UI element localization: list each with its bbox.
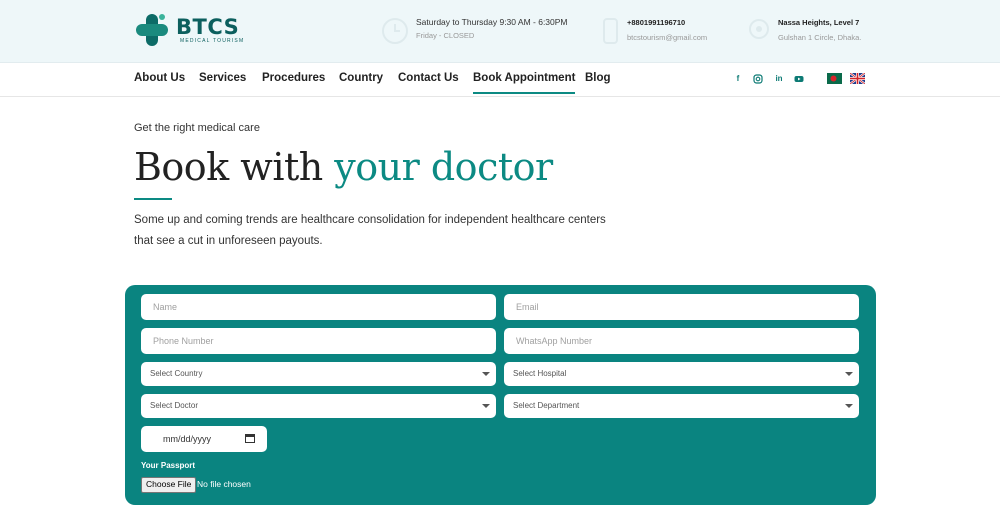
hospital-select-value: Select Hospital [513, 369, 567, 378]
phone-number[interactable]: +8801991196710 [627, 16, 707, 29]
name-input[interactable] [141, 294, 496, 320]
country-select-value: Select Country [150, 369, 203, 378]
instagram-icon[interactable] [753, 74, 763, 84]
whatsapp-input[interactable] [504, 328, 859, 354]
page-title: Book with your doctor [134, 145, 553, 189]
youtube-icon[interactable] [794, 74, 804, 84]
chevron-down-icon [482, 404, 490, 408]
nav-divider [0, 96, 1000, 97]
address-line1: Nassa Heights, Level 7 [778, 18, 860, 27]
doctor-select[interactable]: Select Doctor [141, 394, 496, 418]
passport-label: Your Passport [141, 461, 196, 470]
title-underline [134, 198, 172, 200]
phone-icon [603, 18, 618, 44]
hero-eyebrow: Get the right medical care [134, 122, 260, 134]
date-input[interactable]: mm/dd/yyyy [141, 426, 267, 452]
nav-book-appointment[interactable]: Book Appointment [473, 72, 576, 94]
nav-country[interactable]: Country [339, 72, 383, 92]
facebook-icon[interactable]: f [733, 74, 743, 84]
uk-flag-icon[interactable] [850, 73, 865, 84]
hours-weekdays: Saturday to Thursday 9:30 AM - 6:30PM [416, 17, 568, 27]
email-input[interactable] [504, 294, 859, 320]
hours-friday: Friday - CLOSED [416, 31, 475, 40]
nav-contact-us[interactable]: Contact Us [398, 72, 459, 92]
department-select-value: Select Department [513, 401, 580, 410]
doctor-select-value: Select Doctor [150, 401, 199, 410]
phone-input[interactable] [141, 328, 496, 354]
address-info: Nassa Heights, Level 7 Gulshan 1 Circle,… [744, 16, 861, 46]
chevron-down-icon [845, 404, 853, 408]
linkedin-icon[interactable]: in [774, 74, 784, 84]
title-accent: your doctor [334, 145, 553, 189]
calendar-icon[interactable] [245, 434, 255, 443]
brand-name: BTCS [176, 15, 240, 39]
location-pin-icon [749, 19, 769, 39]
department-select[interactable]: Select Department [504, 394, 859, 418]
date-value: mm/dd/yyyy [163, 434, 212, 444]
nav-about-us[interactable]: About Us [134, 72, 185, 92]
country-select[interactable]: Select Country [141, 362, 496, 386]
nav-blog[interactable]: Blog [585, 72, 611, 92]
title-plain: Book with [134, 145, 335, 189]
bangladesh-flag-icon[interactable] [827, 73, 842, 84]
address-line2: Gulshan 1 Circle, Dhaka. [778, 33, 862, 42]
email-address[interactable]: btcstourism@gmail.com [627, 31, 707, 44]
hero-description: Some up and coming trends are healthcare… [134, 214, 606, 247]
medical-cross-logo-icon [136, 14, 168, 46]
appointment-form: Select Country Select Hospital Select Do… [125, 285, 876, 505]
brand-tagline: MEDICAL TOURISM [180, 38, 245, 44]
chevron-down-icon [482, 372, 490, 376]
clock-icon [382, 18, 408, 44]
brand-logo[interactable]: BTCS MEDICAL TOURISM [134, 12, 244, 48]
chevron-down-icon [845, 372, 853, 376]
nav-procedures[interactable]: Procedures [262, 72, 325, 92]
top-info-bar: BTCS MEDICAL TOURISM Saturday to Thursda… [0, 0, 1000, 63]
contact-info: +8801991196710 btcstourism@gmail.com [595, 16, 707, 46]
hospital-select[interactable]: Select Hospital [504, 362, 859, 386]
opening-hours: Saturday to Thursday 9:30 AM - 6:30PM Fr… [380, 16, 568, 46]
file-status: No file chosen [197, 479, 251, 489]
nav-services[interactable]: Services [199, 72, 246, 92]
